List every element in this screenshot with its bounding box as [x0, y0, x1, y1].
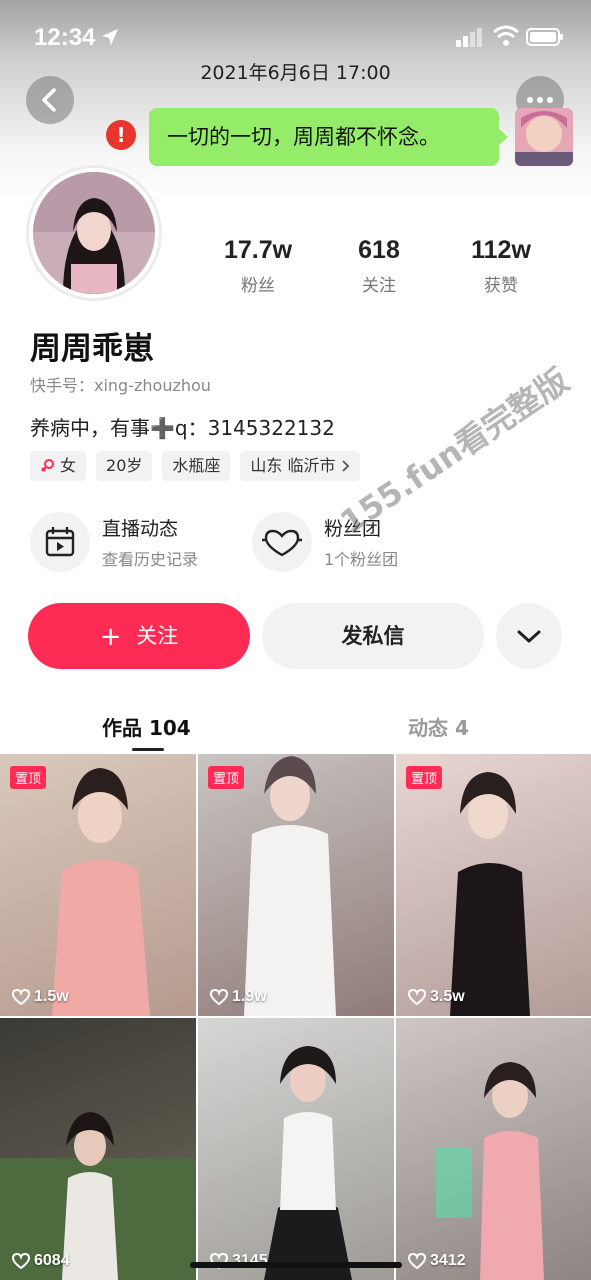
- heart-outline-icon: [408, 1253, 426, 1269]
- fan-club-subtitle: 1个粉丝团: [324, 550, 399, 569]
- video-likes: 3.5w: [408, 988, 465, 1006]
- chat-bubble[interactable]: 一切的一切，周周都不怀念。: [149, 108, 499, 166]
- tag-zodiac: 水瓶座: [162, 451, 231, 481]
- tag-gender-label: 女: [60, 456, 77, 475]
- chat-bubble-tail: [498, 128, 508, 146]
- video-likes-count: 3412: [430, 1252, 466, 1269]
- pinned-badge: 置顶: [406, 766, 443, 789]
- tag-location[interactable]: 山东 临沂市: [240, 451, 360, 481]
- heart-outline-icon: [408, 989, 426, 1005]
- video-card[interactable]: 6084: [0, 1018, 196, 1280]
- tag-age: 20岁: [96, 451, 153, 481]
- profile-name: 周周乖崽: [30, 331, 154, 367]
- heart-outline-icon: [12, 1253, 30, 1269]
- tab-moments[interactable]: 动态 4: [408, 712, 469, 741]
- message-date: 2021年6月6日 17:00: [200, 62, 391, 84]
- video-likes-count: 3.5w: [430, 988, 465, 1005]
- stat-followers-label: 粉丝: [241, 276, 275, 296]
- location-arrow-icon: [102, 29, 118, 45]
- status-time: 12:34: [34, 24, 96, 51]
- battery-icon: [526, 28, 563, 46]
- profile-bio: 养病中，有事➕q：3145322132: [30, 416, 335, 440]
- expand-button[interactable]: [496, 603, 562, 669]
- video-thumbnail: [0, 1112, 196, 1280]
- heart-outline-icon: [12, 989, 30, 1005]
- signal-icon: [456, 28, 482, 47]
- female-icon: [41, 459, 54, 472]
- video-thumbnail: [264, 1046, 352, 1280]
- video-card[interactable]: 置顶 1.9w: [198, 754, 394, 1016]
- video-likes: 1.9w: [210, 988, 267, 1006]
- watermark: 155.fun看完整版: [333, 360, 576, 542]
- tab-indicator: [132, 748, 164, 751]
- pinned-badge: 置顶: [10, 766, 47, 789]
- profile-tags: 女 20岁 水瓶座 山东 临沂市: [30, 451, 360, 481]
- wifi-icon: [493, 25, 519, 46]
- video-likes-count: 1.5w: [34, 988, 69, 1005]
- tag-location-label: 山东 临沂市: [250, 456, 336, 475]
- heart-badge-icon: [252, 512, 312, 572]
- pinned-badge: 置顶: [208, 766, 245, 789]
- video-card[interactable]: 3145: [198, 1018, 394, 1280]
- video-thumbnail: [436, 1062, 544, 1280]
- video-thumbnail: [52, 768, 150, 1016]
- video-likes: 3412: [408, 1252, 466, 1270]
- private-message-button[interactable]: 发私信: [262, 603, 484, 669]
- stat-likes-value: 112w: [471, 236, 531, 264]
- video-card[interactable]: 置顶 1.5w: [0, 754, 196, 1016]
- video-likes: 6084: [12, 1252, 70, 1270]
- stat-followers-value: 17.7w: [223, 236, 293, 264]
- chevron-left-icon: [42, 88, 56, 112]
- video-likes-count: 1.9w: [232, 988, 267, 1005]
- send-error-icon[interactable]: !: [106, 120, 136, 150]
- live-history-entry[interactable]: 直播动态 查看历史记录: [30, 510, 230, 574]
- follow-label: 关注: [136, 624, 179, 648]
- stat-following-label: 关注: [362, 276, 396, 296]
- video-likes-count: 6084: [34, 1252, 70, 1269]
- tag-zodiac-label: 水瓶座: [172, 456, 221, 475]
- plus-icon: +: [99, 622, 122, 652]
- video-card[interactable]: 置顶 3.5w: [396, 754, 591, 1016]
- kuaishou-id[interactable]: 快手号：xing-zhouzhou: [30, 372, 211, 396]
- live-history-subtitle: 查看历史记录: [102, 550, 199, 569]
- back-button[interactable]: [26, 76, 74, 124]
- heart-outline-icon: [210, 989, 228, 1005]
- stat-likes-label: 获赞: [484, 276, 518, 296]
- avatar[interactable]: [33, 172, 155, 294]
- tag-gender: 女: [30, 451, 87, 481]
- video-card[interactable]: 3412: [396, 1018, 591, 1280]
- chat-avatar-image: [515, 108, 573, 166]
- video-thumbnail: [450, 772, 530, 1016]
- live-history-title: 直播动态: [102, 518, 179, 540]
- video-thumbnail: [244, 756, 336, 1016]
- stat-following-value: 618: [358, 236, 400, 264]
- follow-button[interactable]: + 关注: [28, 603, 250, 669]
- video-likes: 1.5w: [12, 988, 69, 1006]
- tab-works[interactable]: 作品 104: [102, 712, 191, 741]
- calendar-play-icon: [30, 512, 90, 572]
- home-indicator[interactable]: [190, 1262, 402, 1268]
- avatar-photo: [33, 172, 155, 294]
- stat-following[interactable]: 618 关注: [319, 236, 439, 296]
- chevron-right-icon: [341, 460, 349, 472]
- chat-avatar[interactable]: [515, 108, 573, 166]
- stat-followers[interactable]: 17.7w 粉丝: [198, 236, 318, 296]
- stat-likes[interactable]: 112w 获赞: [441, 236, 561, 296]
- tag-age-label: 20岁: [106, 456, 143, 475]
- chevron-down-icon: [517, 630, 541, 643]
